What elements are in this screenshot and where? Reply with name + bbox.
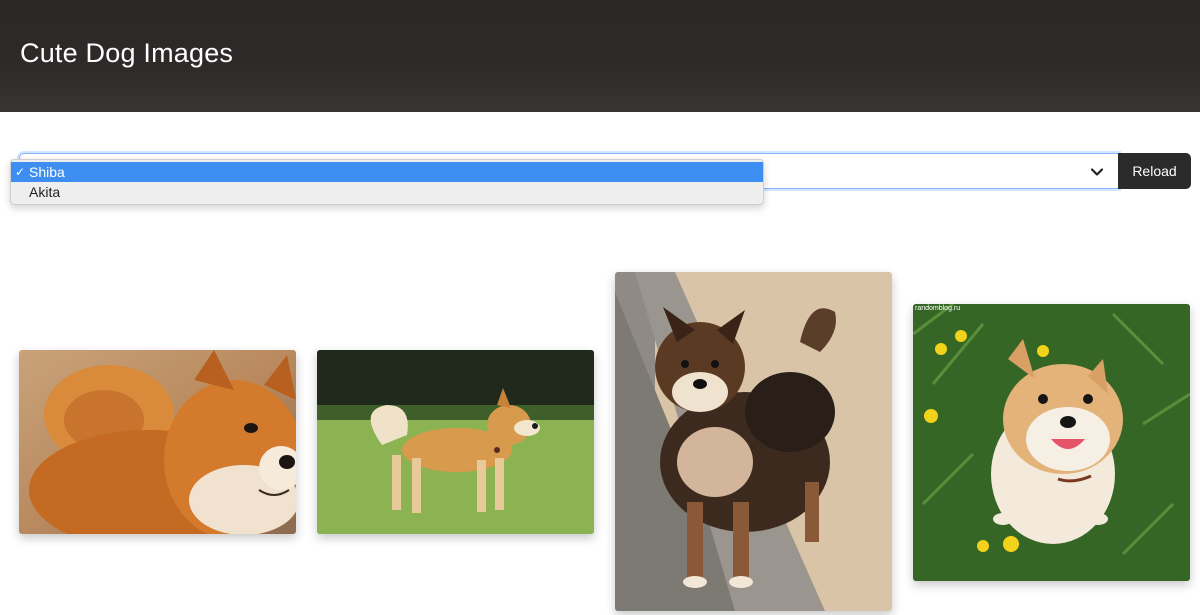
dog-image-card[interactable]: [615, 272, 892, 611]
check-icon: ✓: [15, 165, 26, 179]
dog-photo: [615, 272, 892, 611]
dog-image-card[interactable]: randomblog.ru: [913, 304, 1190, 581]
app-header: Cute Dog Images: [0, 0, 1200, 112]
dog-image-card[interactable]: [19, 350, 296, 534]
chevron-down-icon: [1090, 168, 1104, 176]
dog-photo: [913, 304, 1190, 581]
reload-button[interactable]: Reload: [1118, 153, 1191, 189]
breed-option-akita[interactable]: Akita: [11, 182, 763, 202]
dog-image-card[interactable]: [317, 350, 594, 534]
dog-photo: [317, 350, 594, 534]
dog-photo: [19, 350, 296, 534]
breed-option-shiba[interactable]: ✓ Shiba: [11, 162, 763, 182]
option-label: Akita: [29, 184, 61, 200]
option-label: Shiba: [29, 164, 65, 180]
breed-dropdown-menu: ✓ Shiba Akita: [10, 159, 764, 205]
page-title: Cute Dog Images: [20, 38, 234, 68]
image-watermark: randomblog.ru: [915, 305, 961, 312]
